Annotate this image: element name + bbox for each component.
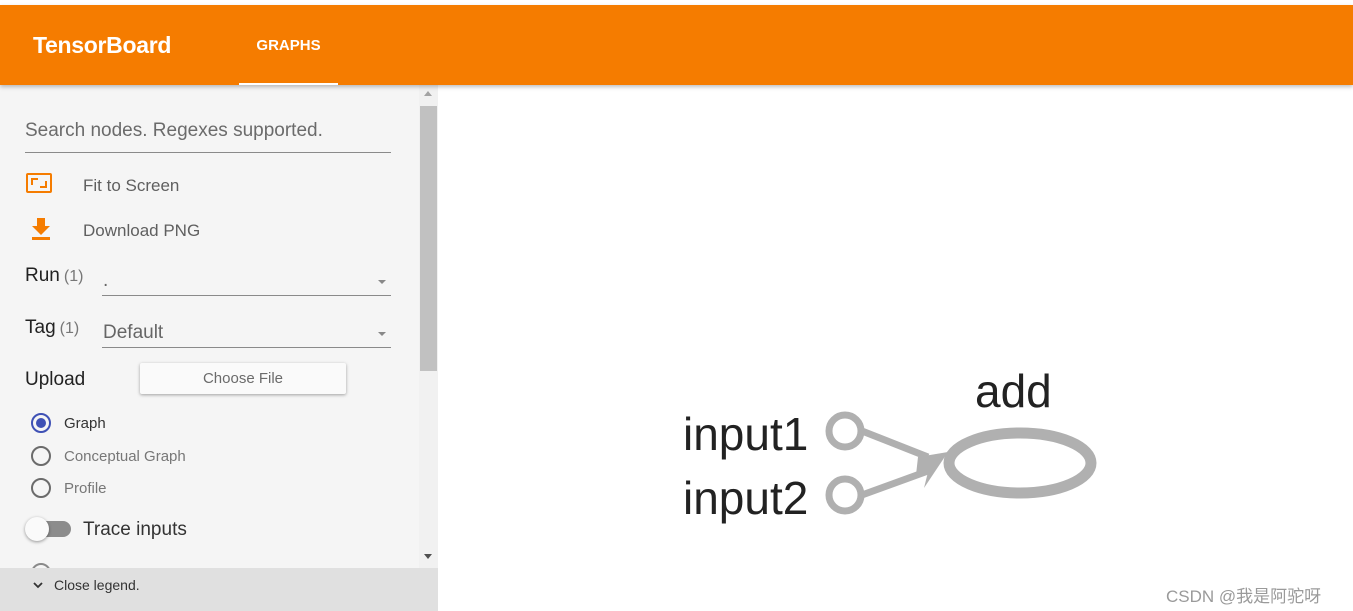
radio-profile-label: Profile — [64, 480, 107, 497]
chevron-down-icon — [33, 582, 43, 589]
app-logo: TensorBoard — [33, 32, 172, 58]
sidebar-scrollbar[interactable] — [419, 85, 438, 568]
radio-conceptual-graph-indicator — [31, 446, 51, 466]
choose-file-button[interactable]: Choose File — [140, 363, 346, 394]
graph-canvas[interactable]: input1 input2 add — [438, 85, 1353, 611]
upload-label: Upload — [25, 369, 86, 390]
run-select[interactable]: . — [102, 267, 391, 296]
node-label-add: add — [975, 365, 1052, 417]
close-legend-label: Close legend. — [54, 577, 140, 593]
fit-to-screen-button[interactable]: Fit to Screen — [25, 172, 225, 200]
search-field[interactable] — [25, 120, 391, 153]
node-label-input1: input1 — [683, 408, 809, 460]
edge-input1-add — [860, 427, 930, 461]
scroll-down-arrow-icon[interactable] — [424, 554, 432, 559]
scroll-thumb[interactable] — [420, 106, 437, 371]
toggle-thumb — [25, 517, 49, 541]
tag-select-value: Default — [103, 322, 164, 343]
fit-to-screen-icon — [26, 173, 52, 193]
download-icon — [32, 218, 50, 240]
fit-to-screen-label: Fit to Screen — [83, 176, 180, 195]
scroll-up-arrow-icon[interactable] — [424, 91, 432, 96]
radio-profile-indicator — [31, 478, 51, 498]
download-png-button[interactable]: Download PNG — [25, 217, 225, 245]
edge-input2-add — [860, 467, 930, 499]
run-select-value: . — [103, 270, 109, 291]
node-add[interactable] — [943, 427, 1097, 499]
tab-graphs-label: GRAPHS — [256, 37, 321, 54]
legend-toggle-bar[interactable]: Close legend. — [0, 568, 438, 611]
tag-select[interactable]: Default — [102, 319, 391, 348]
download-png-label: Download PNG — [83, 221, 201, 240]
node-input1[interactable] — [825, 411, 865, 451]
trace-inputs-toggle[interactable] — [25, 517, 71, 541]
app-header: TensorBoard GRAPHS — [0, 5, 1353, 85]
edge-arrowhead — [916, 452, 948, 488]
watermark: CSDN @我是阿驼呀 — [1166, 587, 1322, 606]
sidebar: Fit to Screen Download PNG Run(1) . Tag(… — [0, 85, 438, 611]
run-count: (1) — [63, 268, 84, 285]
radio-graph-indicator — [31, 413, 51, 433]
dropdown-arrow-icon — [378, 332, 386, 336]
node-input2[interactable] — [825, 475, 865, 515]
graph-svg — [825, 411, 1097, 515]
tab-graphs[interactable]: GRAPHS — [239, 5, 338, 85]
radio-profile[interactable]: Profile — [31, 478, 151, 500]
dropdown-arrow-icon — [378, 280, 386, 284]
tag-count: (1) — [59, 320, 80, 337]
trace-inputs-label: Trace inputs — [83, 519, 187, 540]
tab-active-indicator — [239, 83, 338, 85]
search-input[interactable] — [25, 120, 391, 142]
radio-graph-label: Graph — [64, 415, 106, 432]
node-label-input2: input2 — [683, 472, 809, 524]
radio-conceptual-graph[interactable]: Conceptual Graph — [31, 446, 211, 468]
radio-graph[interactable]: Graph — [31, 413, 151, 435]
run-label: Run (1) — [25, 265, 84, 286]
radio-conceptual-graph-label: Conceptual Graph — [64, 448, 186, 465]
tag-label: Tag (1) — [25, 317, 80, 338]
